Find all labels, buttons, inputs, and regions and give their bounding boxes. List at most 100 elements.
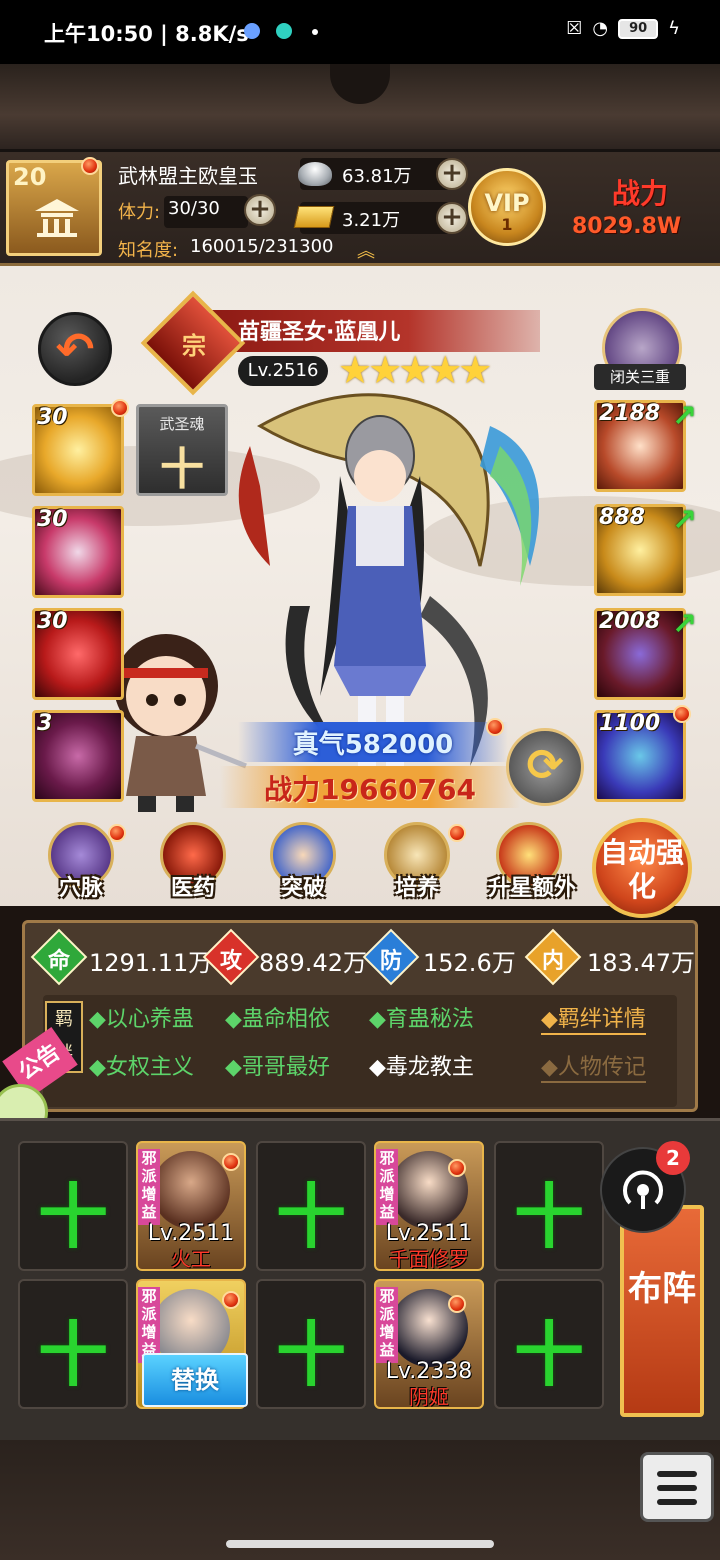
- empty-formation-slot[interactable]: 十: [18, 1141, 128, 1271]
- menu-icon: [657, 1499, 697, 1505]
- equipment-slot[interactable]: 2008 ↗: [594, 607, 697, 700]
- star-extra-button[interactable]: 升星额外: [484, 822, 580, 912]
- power-value: 8029.8W: [572, 214, 682, 239]
- evil-sect-tag: 邪派增益: [376, 1149, 398, 1225]
- notification-dot: [222, 1291, 240, 1309]
- player-name: 武林盟主欧皇玉: [118, 164, 258, 188]
- hp-value: 1291.11万: [89, 949, 213, 977]
- formation-button-label: 布阵: [628, 1269, 696, 1309]
- slot-level: 2008: [599, 609, 661, 634]
- cultivate-button[interactable]: 培养: [372, 822, 466, 912]
- attack-value: 889.42万: [259, 949, 367, 977]
- hero-name: 千面修罗: [389, 1247, 469, 1271]
- back-button[interactable]: ↶: [38, 312, 112, 386]
- empty-formation-slot[interactable]: 十: [18, 1279, 128, 1409]
- empty-formation-slot[interactable]: 十: [494, 1141, 604, 1271]
- function-label: 升星额外: [487, 876, 576, 901]
- chevron-up-icon[interactable]: ︽: [350, 243, 382, 261]
- equipment-slot[interactable]: 2188 ↗: [594, 399, 697, 492]
- bond-item: ◆以心养蛊: [89, 1007, 194, 1032]
- silver-ingot-icon: [298, 162, 332, 186]
- wusheng-soul-slot[interactable]: 武圣魂 十: [136, 404, 228, 496]
- slot-level: 3: [37, 711, 53, 736]
- formation-hero-slot[interactable]: 邪派增益 Lv.2511 千面修罗: [374, 1141, 484, 1271]
- slot-level: 30: [37, 507, 68, 532]
- add-icon: 十: [514, 1176, 584, 1258]
- add-icon: 十: [38, 1176, 108, 1258]
- hero-power: 战力19660764: [264, 773, 476, 806]
- menu-icon: [657, 1471, 697, 1477]
- wifi-icon: ◔: [592, 18, 609, 39]
- notification-dot: [108, 824, 126, 842]
- acupoint-button[interactable]: 穴脉: [36, 822, 126, 912]
- status-bar: 上午10:50 | 8.8K/s ☒ ◔ 90 ϟ: [0, 0, 720, 64]
- silver-value: 63.81万: [342, 166, 412, 187]
- add-silver-button[interactable]: +: [436, 158, 468, 190]
- retreat-label: 闭关三重: [594, 364, 686, 390]
- equipment-slot[interactable]: 1100: [594, 705, 691, 802]
- skill-slot[interactable]: 30: [32, 399, 129, 496]
- formation-hero-slot[interactable]: 邪派增益 替换: [136, 1279, 248, 1409]
- empty-formation-slot[interactable]: 十: [256, 1141, 366, 1271]
- upgrade-arrow-icon: ↗: [671, 503, 697, 538]
- slot-level: 1100: [599, 711, 661, 736]
- add-icon: 十: [514, 1314, 584, 1396]
- temple-icon: [35, 199, 79, 237]
- upgrade-arrow-icon: ↗: [671, 399, 697, 434]
- slot-level: 888: [599, 505, 645, 530]
- gold-value: 3.21万: [342, 210, 401, 231]
- equipment-slot[interactable]: 888 ↗: [594, 503, 697, 596]
- notification-count: 2: [656, 1141, 690, 1175]
- medicine-button[interactable]: 医药: [148, 822, 238, 912]
- evil-sect-tag: 邪派增益: [138, 1287, 160, 1363]
- empty-formation-slot[interactable]: 十: [494, 1279, 604, 1409]
- skill-slot[interactable]: 3: [32, 710, 124, 802]
- biography-link[interactable]: ◆人物传记: [541, 1049, 646, 1083]
- function-label: 培养: [394, 876, 439, 901]
- replace-button[interactable]: 替换: [142, 1353, 248, 1407]
- add-gold-button[interactable]: +: [436, 202, 468, 234]
- fame-value: 160015/231300: [190, 236, 334, 257]
- inner-icon-text: 内: [541, 949, 564, 974]
- add-icon: 十: [160, 444, 204, 495]
- attribute-panel: 命 1291.11万 攻 889.42万 防 152.6万 内 183.47万 …: [22, 920, 698, 1112]
- vip-button[interactable]: VIP 1: [468, 168, 546, 246]
- add-icon: 十: [276, 1176, 346, 1258]
- formation-panel: 十 邪派增益 Lv.2511 火工 十 邪派增益 Lv.2511 千面修罗 十 …: [0, 1118, 720, 1440]
- empty-formation-slot[interactable]: 十: [256, 1279, 366, 1409]
- auto-enhance-button[interactable]: 自动强化: [592, 818, 692, 918]
- hp-icon-text: 命: [47, 949, 70, 974]
- formation-hero-slot[interactable]: 邪派增益 Lv.2511 火工: [136, 1141, 246, 1271]
- hero-name: 火工: [171, 1247, 211, 1271]
- slot-level: 30: [37, 609, 68, 634]
- notification-dot: [111, 399, 129, 417]
- function-label: 穴脉: [58, 876, 103, 901]
- skill-slot[interactable]: 30: [32, 506, 124, 598]
- skill-slot[interactable]: 30: [32, 608, 124, 700]
- formation-hero-slot[interactable]: 邪派增益 Lv.2338 阴姬: [374, 1279, 484, 1409]
- player-level-avatar[interactable]: 20: [6, 157, 102, 256]
- notification-dot: [673, 705, 691, 723]
- hero-portrait: [152, 1151, 230, 1229]
- stamina-label: 体力:: [118, 202, 161, 223]
- breakthrough-button[interactable]: 突破: [258, 822, 348, 912]
- upgrade-arrow-icon: ↗: [671, 607, 697, 642]
- inner-value: 183.47万: [587, 949, 695, 977]
- add-icon: 十: [276, 1314, 346, 1396]
- refresh-button[interactable]: ⟳: [506, 728, 584, 806]
- dot-icon: [312, 29, 318, 35]
- bond-details-link[interactable]: ◆羁绊详情: [541, 1001, 646, 1035]
- home-indicator[interactable]: [226, 1540, 494, 1548]
- add-icon: 十: [38, 1314, 108, 1396]
- menu-button[interactable]: [640, 1452, 714, 1522]
- hero-stage: ↶ 宗 苗疆圣女·蓝凰儿 Lv.2516 ★★★★★ 闭关三重 30 武圣魂 十…: [0, 266, 720, 918]
- app-icon: [276, 23, 292, 39]
- add-stamina-button[interactable]: +: [244, 194, 276, 226]
- shield-icon: [244, 23, 260, 39]
- formation-button[interactable]: 布阵: [620, 1205, 704, 1417]
- slot-level: 30: [37, 405, 68, 430]
- vip-label: VIP: [484, 189, 530, 217]
- player-level: 20: [13, 163, 47, 191]
- function-label: 医药: [170, 876, 215, 901]
- slot-level: 2188: [599, 401, 661, 426]
